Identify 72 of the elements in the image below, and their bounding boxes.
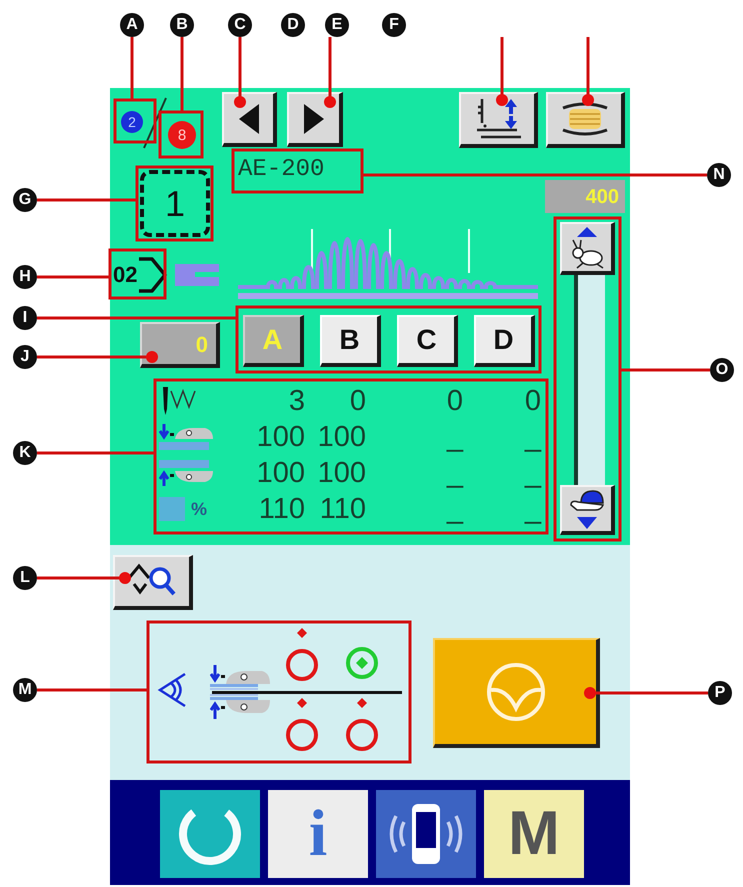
parameter-value: 0 xyxy=(524,384,541,418)
callout-marker: B xyxy=(170,13,194,37)
square-block-icon xyxy=(159,497,185,521)
parameter-value: 100 xyxy=(318,456,366,490)
info-button[interactable]: i xyxy=(268,790,368,878)
callout-marker: O xyxy=(710,358,734,382)
step-tab[interactable]: D xyxy=(474,315,535,367)
callout-frame xyxy=(114,98,156,144)
parameter-value: 100 xyxy=(256,420,305,454)
step-tab[interactable]: C xyxy=(397,315,458,367)
start-button[interactable] xyxy=(433,638,600,748)
bobbin-icon xyxy=(560,101,608,137)
parameter-value: 110 xyxy=(320,492,366,526)
parameter-value: _ xyxy=(446,492,463,526)
speed-slider-track[interactable] xyxy=(574,275,605,485)
parameter-value: _ xyxy=(524,492,541,526)
callout-marker: L xyxy=(13,566,37,590)
presser-foot-up-icon xyxy=(159,460,213,486)
parameter-value: 3 xyxy=(288,384,305,418)
communication-button[interactable] xyxy=(376,790,476,878)
parameter-value: 0 xyxy=(446,384,463,418)
circle-v-icon xyxy=(486,662,546,722)
speed-up-button[interactable] xyxy=(560,222,615,275)
right-arrow-icon xyxy=(304,104,324,134)
callout-frame xyxy=(158,110,204,158)
mode-button[interactable]: M xyxy=(484,790,584,878)
callout-marker: A xyxy=(120,13,144,37)
callout-frame xyxy=(108,248,166,300)
callout-marker: D xyxy=(281,13,305,37)
parameter-value: 110 xyxy=(258,492,305,526)
pattern-name: AE-200 xyxy=(238,155,324,185)
parameter-value: 100 xyxy=(318,420,366,454)
parameter-value: _ xyxy=(446,420,463,454)
callout-marker: F xyxy=(382,13,406,37)
slash-separator xyxy=(143,97,167,149)
callout-marker: G xyxy=(13,188,37,212)
presser-foot-down-icon xyxy=(159,424,213,450)
parameter-value: 0 xyxy=(350,384,366,418)
next-button[interactable] xyxy=(287,92,343,147)
speed-down-button[interactable] xyxy=(560,485,615,535)
leader-line xyxy=(496,37,508,106)
callout-marker: E xyxy=(325,13,349,37)
speed-value: 400 xyxy=(545,180,625,213)
callout-marker: C xyxy=(228,13,252,37)
callout-marker: J xyxy=(13,345,37,369)
step-number: 02 xyxy=(113,262,138,288)
leader-line xyxy=(130,37,134,100)
callout-marker: P xyxy=(708,681,732,705)
callout-marker: H xyxy=(13,265,37,289)
eye-icon xyxy=(157,672,187,708)
leader-line xyxy=(582,37,594,106)
leader-line xyxy=(324,37,336,108)
callout-marker: K xyxy=(13,441,37,465)
left-arrow-icon xyxy=(238,104,258,134)
parameter-value: _ xyxy=(524,420,541,454)
step-tab[interactable]: B xyxy=(320,315,381,367)
parameter-value: _ xyxy=(446,456,463,490)
pattern-block-icon xyxy=(175,264,220,286)
parameter-value: 100 xyxy=(256,456,305,490)
previous-button[interactable] xyxy=(222,92,277,147)
leader-line xyxy=(234,37,246,108)
callout-marker: N xyxy=(707,163,731,187)
parameter-value: _ xyxy=(524,456,541,490)
presser-foot-button[interactable] xyxy=(459,92,538,148)
callout-marker: I xyxy=(13,306,37,330)
step-search-button[interactable] xyxy=(113,555,193,610)
cycle-indicator[interactable]: 1 xyxy=(140,170,210,237)
percent-sign: % xyxy=(191,498,208,520)
current-pattern-number: 2 xyxy=(121,111,143,133)
total-pattern-number: 8 xyxy=(168,121,196,149)
bobbin-button[interactable] xyxy=(546,92,625,148)
callout-marker: M xyxy=(13,678,37,702)
